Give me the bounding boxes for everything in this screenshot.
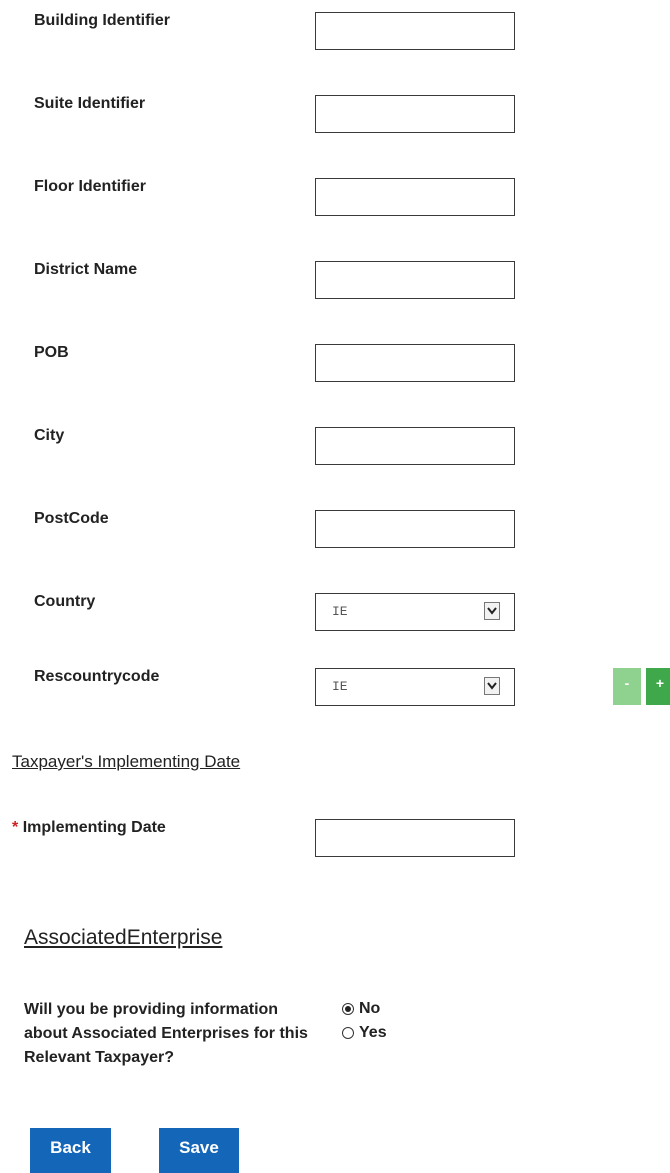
back-button[interactable]: Back bbox=[30, 1128, 111, 1173]
district-name-input[interactable] bbox=[315, 261, 515, 299]
radio-option-no-label: No bbox=[359, 1000, 381, 1017]
pob-input[interactable] bbox=[315, 344, 515, 382]
radio-unchecked-icon[interactable] bbox=[342, 1027, 354, 1039]
chevron-down-icon[interactable] bbox=[484, 602, 500, 620]
floor-identifier-label: Floor Identifier bbox=[34, 178, 146, 195]
chevron-down-icon[interactable] bbox=[484, 677, 500, 695]
country-select[interactable]: IE bbox=[315, 593, 515, 631]
rescountrycode-select[interactable]: IE bbox=[315, 668, 515, 706]
radio-option-no[interactable]: No bbox=[342, 1000, 380, 1018]
rescountrycode-label: Rescountrycode bbox=[34, 668, 160, 685]
city-input[interactable] bbox=[315, 427, 515, 465]
save-button[interactable]: Save bbox=[159, 1128, 239, 1173]
associated-enterprise-section-title: AssociatedEnterprise bbox=[24, 926, 223, 949]
implementing-date-input[interactable] bbox=[315, 819, 515, 857]
implementing-date-section-title: Taxpayer's Implementing Date bbox=[12, 752, 241, 771]
radio-checked-icon[interactable] bbox=[342, 1003, 354, 1015]
country-select-value: IE bbox=[332, 604, 348, 619]
building-identifier-label: Building Identifier bbox=[34, 12, 170, 29]
district-name-label: District Name bbox=[34, 261, 138, 278]
suite-identifier-input[interactable] bbox=[315, 95, 515, 133]
floor-identifier-input[interactable] bbox=[315, 178, 515, 216]
country-label: Country bbox=[34, 593, 96, 610]
radio-option-yes-label: Yes bbox=[359, 1024, 387, 1041]
pob-label: POB bbox=[34, 344, 69, 361]
postcode-label: PostCode bbox=[34, 510, 109, 527]
building-identifier-input[interactable] bbox=[315, 12, 515, 50]
implementing-date-label-text: Implementing Date bbox=[22, 819, 166, 836]
suite-identifier-label: Suite Identifier bbox=[34, 95, 146, 112]
postcode-input[interactable] bbox=[315, 510, 515, 548]
associated-enterprise-question: Will you be providing information about … bbox=[24, 1001, 308, 1066]
city-label: City bbox=[34, 427, 65, 444]
required-marker: * bbox=[12, 819, 19, 836]
implementing-date-label: * Implementing Date bbox=[12, 818, 166, 838]
radio-option-yes[interactable]: Yes bbox=[342, 1024, 387, 1042]
add-row-button[interactable]: + bbox=[646, 668, 670, 705]
remove-row-button[interactable]: - bbox=[613, 668, 641, 705]
rescountrycode-select-value: IE bbox=[332, 679, 348, 694]
